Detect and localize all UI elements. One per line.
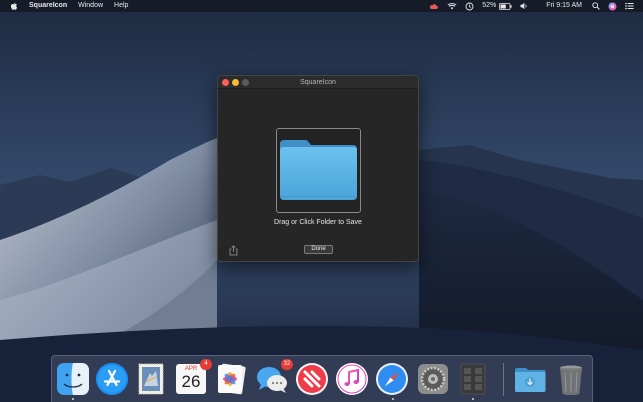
done-button[interactable]: Done bbox=[304, 245, 333, 254]
dock-itunes[interactable] bbox=[335, 362, 369, 396]
apple-menu-icon[interactable] bbox=[10, 0, 19, 12]
dock-news[interactable] bbox=[295, 362, 329, 396]
dock: APR 26 4 32 bbox=[51, 355, 593, 402]
wifi-icon[interactable] bbox=[447, 0, 457, 12]
share-icon[interactable] bbox=[229, 243, 238, 256]
dock-calendar[interactable]: APR 26 4 bbox=[174, 359, 212, 396]
notification-center-icon[interactable] bbox=[625, 0, 634, 12]
dock-trash[interactable] bbox=[554, 362, 588, 396]
battery-icon[interactable] bbox=[499, 0, 512, 12]
calendar-badge: 4 bbox=[200, 359, 212, 370]
app-store-icon bbox=[96, 363, 128, 395]
safari-icon bbox=[376, 363, 408, 395]
menu-app-name[interactable]: SquareIcon bbox=[29, 0, 67, 12]
squareicon-window: SquareIcon Drag or Click Folder to Save … bbox=[217, 75, 419, 262]
folder-drop-zone[interactable] bbox=[276, 128, 361, 213]
finder-icon bbox=[57, 363, 89, 395]
dock-finder[interactable] bbox=[56, 362, 90, 396]
running-indicator bbox=[392, 398, 394, 400]
zoom-button bbox=[242, 79, 249, 86]
menu-window[interactable]: Window bbox=[78, 0, 103, 12]
dock-squareicon[interactable] bbox=[456, 362, 490, 396]
running-indicator bbox=[72, 398, 74, 400]
time-machine-icon[interactable] bbox=[465, 0, 474, 12]
spotlight-icon[interactable] bbox=[592, 0, 600, 12]
dock-photos[interactable] bbox=[214, 362, 248, 396]
menu-help[interactable]: Help bbox=[114, 0, 128, 12]
squareicon-app-icon bbox=[460, 363, 486, 395]
battery-percent: 52% bbox=[482, 2, 497, 9]
photos-icon bbox=[218, 363, 246, 395]
window-titlebar[interactable]: SquareIcon bbox=[218, 76, 418, 89]
dock-system-preferences[interactable] bbox=[416, 362, 450, 396]
dock-downloads[interactable] bbox=[513, 362, 547, 396]
dock-messages[interactable]: 32 bbox=[255, 359, 293, 396]
menu-clock[interactable]: Fri 9:15 AM bbox=[546, 0, 582, 12]
running-indicator bbox=[472, 398, 474, 400]
drop-instruction: Drag or Click Folder to Save bbox=[274, 219, 362, 226]
volume-icon[interactable] bbox=[520, 0, 528, 12]
dock-mail[interactable] bbox=[134, 362, 168, 396]
news-icon bbox=[296, 363, 328, 395]
mail-stamp-icon bbox=[138, 363, 164, 395]
menu-bar: SquareIcon Window Help 52% Fri 9:15 AM bbox=[0, 0, 643, 12]
dock-separator bbox=[503, 363, 504, 396]
dock-safari[interactable] bbox=[375, 362, 409, 396]
cloud-icon[interactable] bbox=[429, 0, 439, 12]
folder-icon bbox=[280, 140, 357, 200]
siri-icon[interactable] bbox=[608, 0, 617, 12]
minimize-button[interactable] bbox=[232, 79, 239, 86]
gear-icon bbox=[418, 364, 448, 394]
messages-badge: 32 bbox=[281, 359, 293, 370]
itunes-icon bbox=[336, 363, 368, 395]
downloads-folder-icon bbox=[515, 368, 546, 392]
dock-app-store[interactable] bbox=[95, 362, 129, 396]
calendar-day: 26 bbox=[181, 372, 201, 391]
close-button[interactable] bbox=[222, 79, 229, 86]
status-area: 52% Fri 9:15 AM bbox=[429, 0, 643, 12]
trash-icon bbox=[560, 365, 582, 395]
